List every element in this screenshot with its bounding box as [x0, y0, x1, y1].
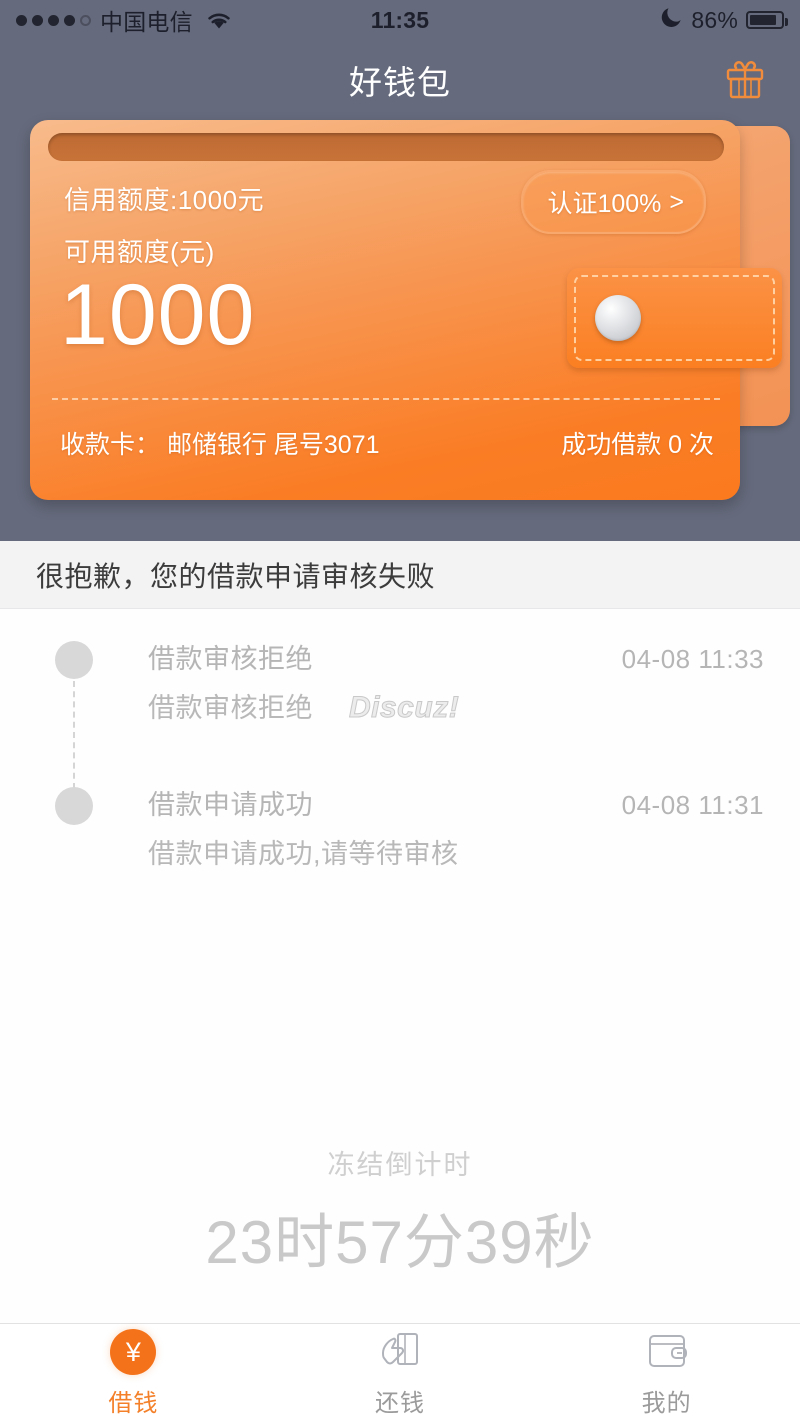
- tab-borrow-label: 借钱: [108, 1390, 159, 1417]
- timeline-item-desc: 借款审核拒绝: [148, 693, 313, 723]
- signal-strength-icon: [16, 14, 91, 26]
- timeline-item-desc: 借款申请成功,请等待审核: [148, 839, 459, 869]
- wallet-clasp-icon: [595, 295, 641, 341]
- card-footer: 收款卡： 邮储银行 尾号3071 成功借款 0 次: [60, 425, 714, 461]
- timeline-item-title: 借款申请成功: [148, 790, 313, 820]
- timeline-item-time: 04-08 11:31: [621, 790, 764, 820]
- carrier-label: 中国电信: [100, 9, 193, 35]
- available-amount-value: 1000: [60, 267, 256, 363]
- tab-profile[interactable]: 我的: [533, 1324, 800, 1423]
- tab-profile-label: 我的: [641, 1390, 692, 1417]
- discuz-watermark: Discuz!: [348, 691, 460, 725]
- list-item[interactable]: 借款申请成功 04-08 11:31 借款申请成功,请等待审核: [0, 783, 770, 903]
- timeline-item-body: 借款审核拒绝 04-08 11:33 借款审核拒绝 Discuz!: [78, 637, 770, 783]
- tab-repay[interactable]: 还钱: [267, 1324, 534, 1423]
- countdown-label: 冻结倒计时: [327, 1150, 473, 1180]
- gift-icon[interactable]: [718, 53, 772, 107]
- moon-dnd-icon: [661, 5, 683, 35]
- bank-card-label: 收款卡： 邮储银行 尾号3071: [60, 431, 380, 459]
- battery-percent-label: 86%: [691, 6, 738, 33]
- status-bar: 中国电信 11:35 86%: [0, 0, 800, 40]
- page-title: 好钱包: [349, 64, 451, 101]
- header-region: 中国电信 11:35 86% 好钱包 信用额度:1000元 可用额度(元) 10…: [0, 0, 800, 541]
- tab-bar: ¥ 借钱 还钱 我的: [0, 1323, 800, 1423]
- hand-money-icon: [377, 1329, 423, 1375]
- tab-repay-label: 还钱: [375, 1390, 425, 1417]
- wallet-icon: [644, 1329, 690, 1375]
- timeline-dot-icon: [55, 641, 93, 679]
- available-limit-label: 可用额度(元): [64, 237, 215, 267]
- loan-count-label: 成功借款 0 次: [561, 431, 714, 459]
- status-left: 中国电信: [16, 3, 233, 37]
- battery-icon: [746, 11, 788, 29]
- timeline-dot-icon: [55, 787, 93, 825]
- timeline-item-title: 借款审核拒绝: [148, 644, 313, 674]
- wifi-icon: [205, 9, 233, 31]
- timeline-item-body: 借款申请成功 04-08 11:31 借款申请成功,请等待审核: [78, 783, 770, 903]
- yen-coin-icon: ¥: [110, 1329, 157, 1375]
- notice-text: 很抱歉，您的借款申请审核失败: [36, 560, 436, 592]
- status-right: 86%: [661, 5, 788, 35]
- main-content: 借款审核拒绝 04-08 11:33 借款审核拒绝 Discuz! 借款申请成功…: [0, 609, 800, 1323]
- list-item[interactable]: 借款审核拒绝 04-08 11:33 借款审核拒绝 Discuz!: [0, 637, 770, 789]
- freeze-countdown: 冻结倒计时 23时57分39秒: [0, 1143, 800, 1281]
- card-divider: [52, 398, 720, 400]
- timeline-item-time: 04-08 11:33: [621, 644, 764, 674]
- chevron-right-icon: >: [669, 187, 684, 216]
- app-screen: 中国电信 11:35 86% 好钱包 信用额度:1000元 可用额度(元) 10…: [0, 0, 800, 1423]
- timeline-connector: [73, 681, 75, 789]
- verification-button[interactable]: 认证100% >: [521, 170, 706, 234]
- nav-bar: 好钱包: [0, 40, 800, 120]
- wallet-slot-decoration: [48, 133, 724, 161]
- credit-limit-label: 信用额度:1000元: [64, 185, 265, 215]
- wallet-card: 信用额度:1000元 可用额度(元) 1000 认证100% > 收款卡： 邮储…: [30, 120, 790, 500]
- verification-label: 认证100%: [547, 190, 662, 218]
- countdown-value: 23时57分39秒: [205, 1209, 595, 1276]
- notice-banner: 很抱歉，您的借款申请审核失败: [0, 541, 800, 609]
- wallet-flap-decoration: [567, 268, 782, 368]
- timeline-list: 借款审核拒绝 04-08 11:33 借款审核拒绝 Discuz! 借款申请成功…: [0, 637, 800, 903]
- tab-borrow[interactable]: ¥ 借钱: [0, 1324, 267, 1423]
